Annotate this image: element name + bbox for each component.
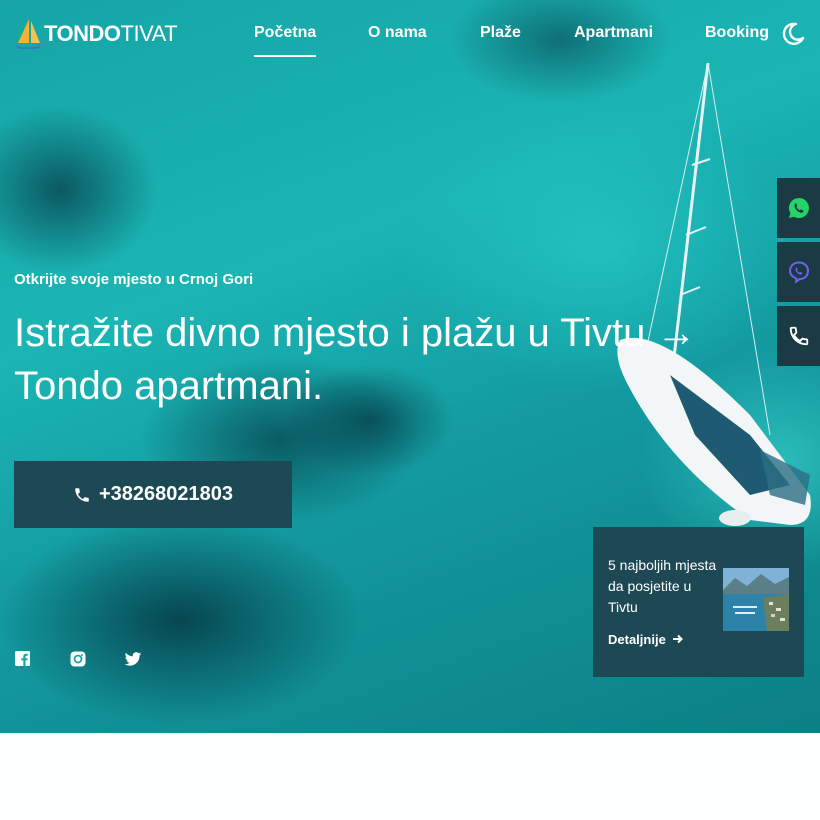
twitter-icon[interactable] (124, 650, 142, 668)
site-logo[interactable]: TONDOTIVAT (14, 17, 178, 51)
nav-item-apartmani[interactable]: Apartmani (574, 24, 653, 42)
nav-item-plaze[interactable]: Plaže (480, 24, 521, 42)
hero-headline: Istražite divno mjesto i plažu u Tivtu →… (14, 311, 697, 408)
hero-section: TONDOTIVAT Početna O nama Plaže Apartman… (0, 0, 820, 733)
phone-icon (75, 487, 89, 502)
arrow-right-icon (673, 634, 684, 644)
call-phone-button[interactable]: +38268021803 (14, 461, 292, 528)
phone-number-label: +38268021803 (98, 483, 234, 505)
viber-contact-button[interactable] (777, 242, 820, 302)
promo-card-link-label: Detaljnije (608, 632, 666, 647)
phone-icon (789, 326, 808, 346)
phone-contact-button[interactable] (777, 306, 820, 366)
moon-icon[interactable] (780, 21, 806, 47)
nav-item-pocetna[interactable]: Početna (254, 24, 317, 57)
hero-subtitle: Otkrijte svoje mjesto u Crnoj Gori (14, 271, 254, 288)
promo-card-title: 5 najboljih mjesta da posjetite u Tivtu (608, 557, 717, 615)
main-navigation: TONDOTIVAT Početna O nama Plaže Apartman… (0, 0, 820, 70)
nav-item-booking[interactable]: Booking (705, 24, 769, 42)
sail-logo-icon (15, 19, 41, 49)
instagram-icon[interactable] (69, 650, 87, 668)
tivat-thumbnail-image (723, 568, 789, 631)
whatsapp-contact-button[interactable] (777, 178, 820, 238)
logo-text-bold: TONDO (44, 21, 121, 46)
nav-item-o-nama[interactable]: O nama (368, 24, 427, 42)
viber-icon (788, 261, 809, 284)
facebook-icon[interactable] (14, 650, 32, 668)
promo-card-link[interactable]: Detaljnije (608, 632, 684, 647)
promo-card[interactable]: 5 najboljih mjesta da posjetite u Tivtu … (593, 527, 804, 677)
whatsapp-icon (788, 198, 809, 218)
logo-text-rest: TIVAT (120, 21, 178, 46)
